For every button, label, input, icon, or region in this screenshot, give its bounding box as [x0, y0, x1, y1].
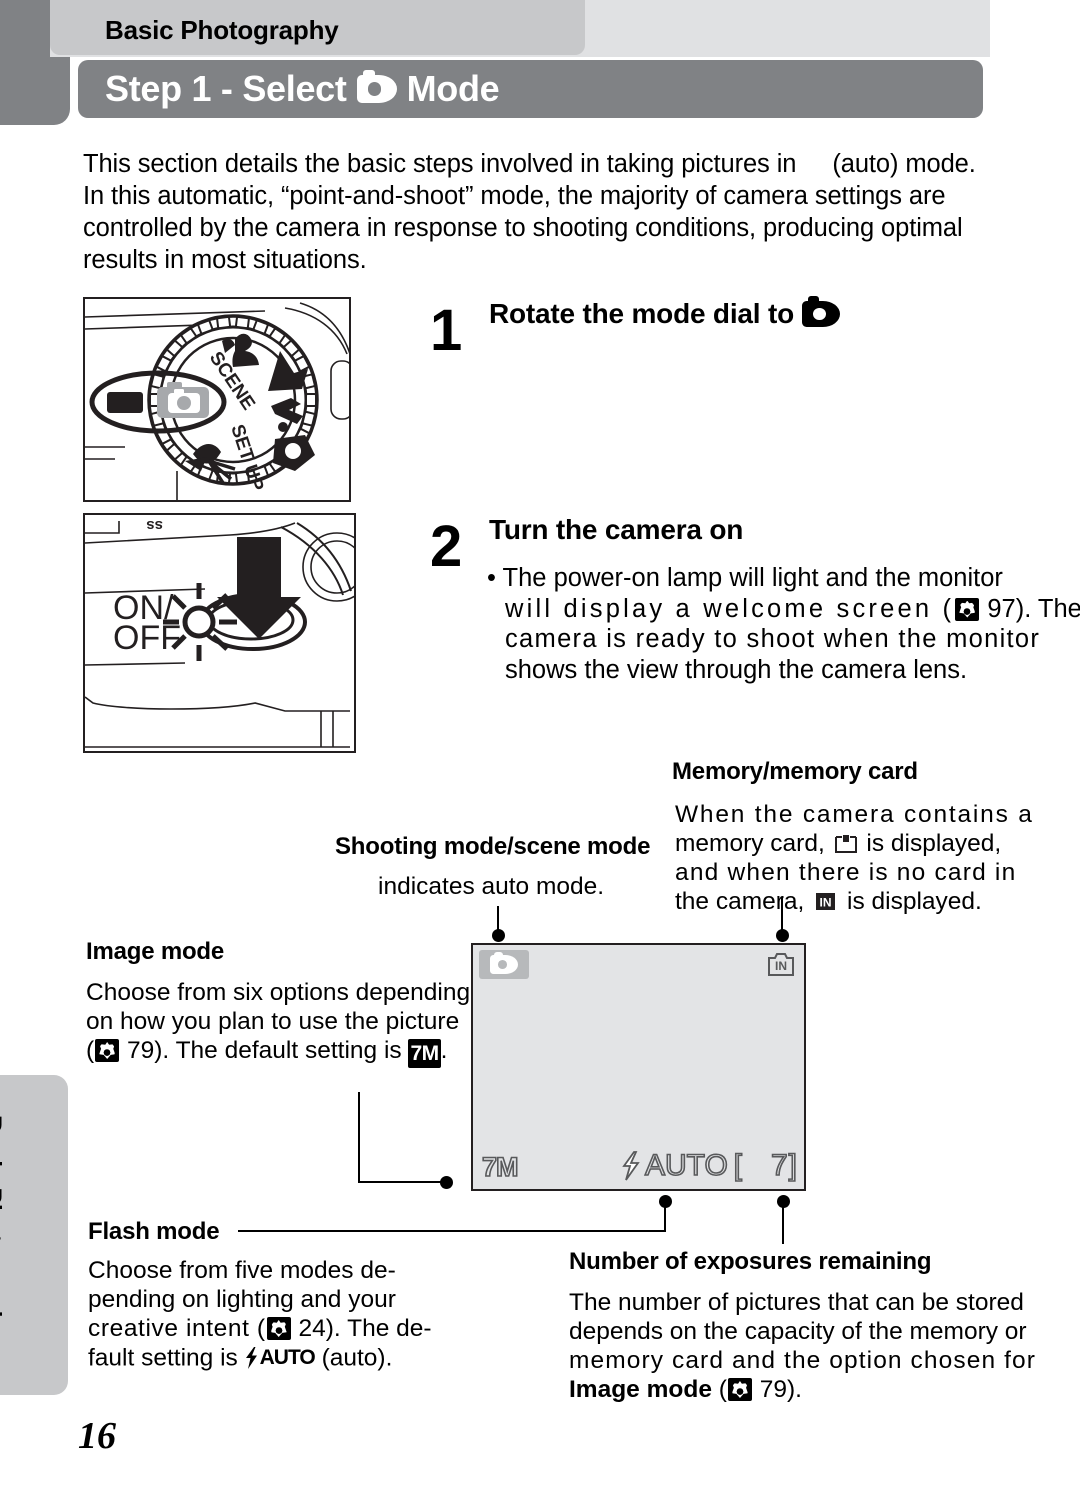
mode-dial-illustration: SCENE SET UP — [83, 297, 351, 502]
image-mode-line-3: ( 79). The default setting is 7M. — [86, 1036, 447, 1068]
flash-mode-callout-heading: Flash mode — [88, 1218, 220, 1245]
exposures-line-3: memory card and the option chosen for — [569, 1347, 1036, 1374]
image-mode-callout-body: Choose from six options depending on how… — [86, 978, 471, 1068]
step-2-line-1: • The power-on lamp will light and the m… — [487, 564, 1003, 592]
internal-memory-icon: IN — [813, 890, 838, 913]
lcd-memory-indicator: IN — [766, 951, 796, 979]
svg-text:IN: IN — [820, 896, 832, 910]
camera-auto-icon — [356, 69, 397, 103]
callout-line-image-mode-h — [358, 1181, 450, 1183]
exposures-line-4: Image mode ( 79). — [569, 1376, 802, 1403]
page-title: Step 1 - Select Mode — [105, 66, 500, 112]
flash-bolt-icon — [622, 1151, 640, 1181]
shooting-mode-callout-heading: Shooting mode/scene mode — [335, 833, 651, 860]
image-mode-callout-heading: Image mode — [86, 938, 225, 965]
memory-line-4: the camera, IN is displayed. — [675, 888, 982, 915]
camera-auto-icon — [799, 154, 829, 175]
dial-selected-auto — [157, 382, 209, 418]
callout-line-flash-mode-h — [238, 1230, 666, 1232]
callout-dot-exposures — [777, 1195, 790, 1208]
flash-bolt-icon — [245, 1346, 257, 1369]
page-number: 16 — [78, 1415, 116, 1457]
exposures-callout-heading: Number of exposures remaining — [569, 1248, 932, 1275]
flash-auto-glyph: AUTO — [245, 1343, 316, 1372]
lcd-shooting-mode-badge — [479, 950, 529, 979]
lcd-image-size: 7M — [481, 1151, 519, 1183]
memory-line-3: and when there is no card in — [675, 859, 1017, 886]
lcd-flash-mode: AUTO — [644, 1149, 728, 1183]
flash-mode-line-1: Choose from five modes de- — [88, 1257, 396, 1284]
page-reference-icon — [95, 1039, 120, 1062]
step-2-line-2: will display a welcome screen ( 97). The — [505, 594, 1080, 623]
step-2-title: Turn the camera on — [489, 514, 743, 546]
camera-auto-icon — [490, 951, 518, 974]
camera-monitor-display: IN 7M AUTO [ 7] — [471, 943, 806, 1191]
svg-text:ss: ss — [146, 517, 163, 534]
flash-mode-line-2: pending on lighting and your — [88, 1286, 396, 1313]
callout-dot-shooting-mode — [492, 929, 505, 942]
flash-mode-line-3: creative intent ( 24). The de- — [88, 1315, 432, 1342]
callout-dot-flash-mode — [659, 1195, 672, 1208]
chapter-side-tab-label: Basic Photography — [0, 1115, 6, 1340]
lcd-exposures-remaining: [ 7] — [733, 1149, 798, 1183]
page-title-prefix: Step 1 - Select — [105, 68, 347, 109]
callout-dot-image-mode — [440, 1176, 453, 1189]
lcd-flash-indicator: AUTO — [621, 1149, 729, 1183]
exposures-bold-term: Image mode — [569, 1376, 712, 1403]
flash-mode-line-4: fault setting is AUTO (auto). — [88, 1343, 393, 1372]
page-reference-icon — [266, 1317, 291, 1340]
camera-auto-icon — [801, 296, 840, 327]
image-size-7m-glyph: 7M — [408, 1039, 441, 1068]
step-1-number: 1 — [430, 298, 463, 363]
memory-line-1: When the camera contains a — [675, 801, 1034, 828]
page-reference-icon — [727, 1378, 752, 1401]
mode-dial-svg: SCENE SET UP — [85, 302, 349, 500]
shooting-mode-callout-body: indicates auto mode. — [337, 872, 604, 901]
callout-dot-memory — [776, 929, 789, 942]
intro-line-3: controlled by the camera in response to … — [83, 214, 963, 242]
camera-auto-icon — [340, 876, 370, 897]
exposures-line-1: The number of pictures that can be store… — [569, 1289, 1024, 1316]
step-2-body: • The power-on lamp will light and the m… — [487, 563, 1080, 685]
power-label-off: OFF — [113, 619, 181, 657]
page-title-suffix: Mode — [406, 68, 500, 109]
memory-card-icon — [834, 833, 858, 855]
intro-paragraph: This section details the basic steps inv… — [83, 148, 1003, 276]
step-2-line-4: shows the view through the camera lens. — [505, 655, 968, 684]
chapter-side-tab: Basic Photography — [0, 1075, 68, 1395]
lcd-memory-label: IN — [775, 959, 787, 973]
step-2-title-text: Turn the camera on — [489, 514, 744, 545]
image-mode-line-1: Choose from six options depending — [86, 979, 471, 1006]
flash-mode-callout-body: Choose from five modes de- pending on li… — [88, 1256, 432, 1373]
page-reference-icon — [955, 597, 980, 621]
memory-line-2: memory card, is displayed, — [675, 830, 1002, 857]
exposures-line-2: depends on the capacity of the memory or — [569, 1318, 1027, 1345]
intro-line-1: This section details the basic steps inv… — [83, 150, 976, 178]
chapter-title: Basic Photography — [105, 15, 339, 45]
step-2-number: 2 — [430, 514, 463, 579]
memory-callout-heading: Memory/memory card — [672, 758, 918, 785]
step-1-title-text: Rotate the mode dial to — [489, 298, 794, 329]
lcd-status-bar: 7M AUTO [ 7] — [473, 1149, 804, 1184]
exposures-callout-body: The number of pictures that can be store… — [569, 1288, 1036, 1404]
memory-callout-body: When the camera contains a memory card, … — [675, 800, 1034, 916]
power-switch-svg: ss ON/ OFF — [85, 517, 354, 748]
page-header: Basic Photography Step 1 - Select Mode — [0, 0, 1000, 125]
intro-line-4: results in most situations. — [83, 246, 367, 274]
step-1-title: Rotate the mode dial to — [489, 296, 840, 330]
power-switch-illustration: ss ON/ OFF — [83, 513, 356, 753]
callout-line-image-mode-v — [358, 1092, 360, 1183]
image-mode-line-2: on how you plan to use the picture — [86, 1008, 460, 1035]
page-title-bar: Step 1 - Select Mode — [78, 60, 983, 118]
step-2-line-3: camera is ready to shoot when the monito… — [505, 625, 1041, 653]
intro-line-2: In this automatic, “point-and-shoot” mod… — [83, 182, 946, 210]
